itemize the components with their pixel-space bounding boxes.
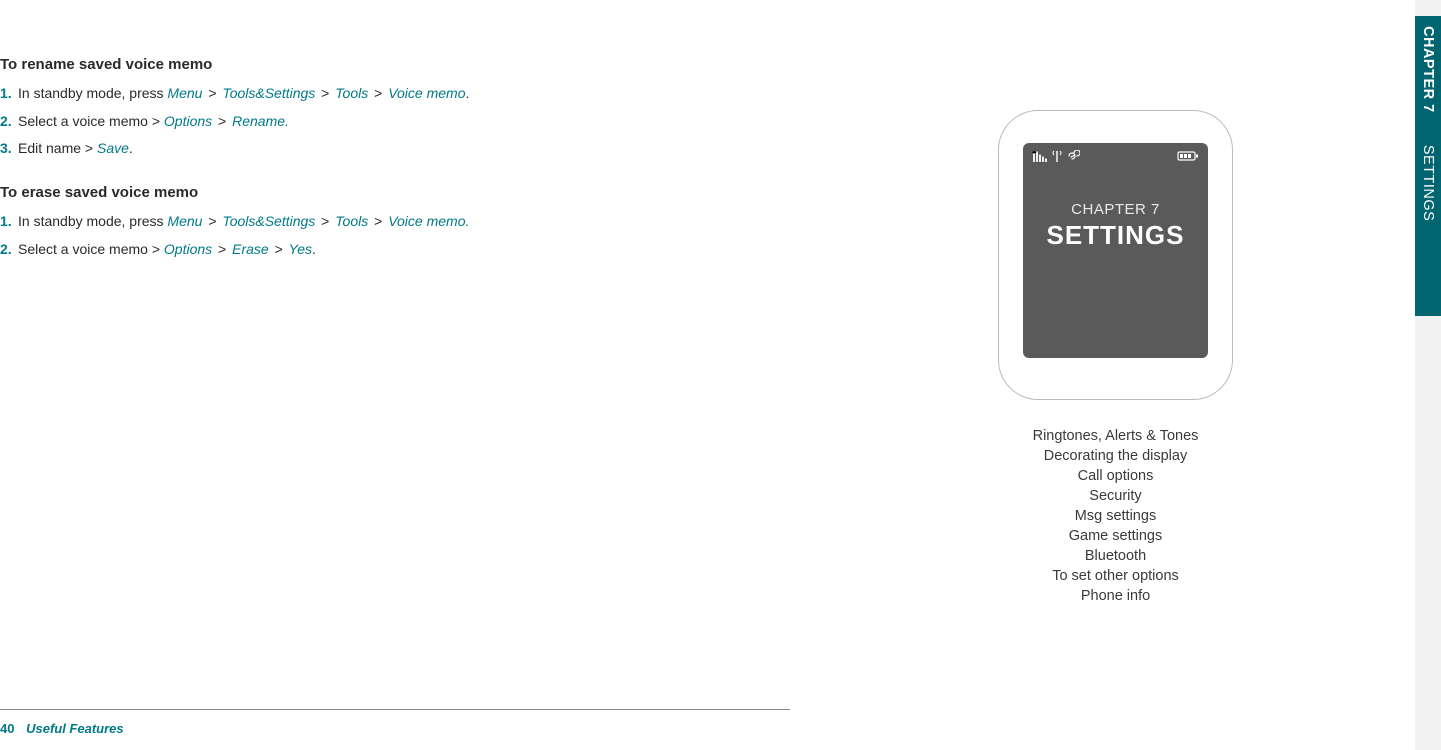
- side-tab: CHAPTER 7 SETTINGS: [1415, 0, 1441, 750]
- left-page: To rename saved voice memo In standby mod…: [0, 0, 790, 750]
- step-text: >: [212, 241, 232, 257]
- menu-path-segment: Voice memo.: [388, 213, 469, 229]
- signal-antenna-icon: [1052, 150, 1062, 162]
- toc-item: To set other options: [1052, 568, 1179, 584]
- footer-rule: [0, 709, 790, 710]
- step-text: In standby mode, press: [18, 213, 167, 229]
- step-item: In standby mode, press Menu > Tools&Sett…: [0, 211, 790, 239]
- screen-chapter-line: CHAPTER 7: [1071, 201, 1160, 218]
- toc-item: Game settings: [1069, 528, 1163, 544]
- step-text: Select a voice memo >: [18, 113, 164, 129]
- step-text: >: [315, 213, 335, 229]
- page-number: 40: [0, 721, 14, 736]
- step-text: .: [312, 241, 316, 257]
- step-text: Edit name >: [18, 140, 97, 156]
- right-page: CHAPTER 7 SETTINGS Ringtones, Alerts & T…: [790, 0, 1441, 750]
- step-text: >: [202, 85, 222, 101]
- step-text: >: [269, 241, 289, 257]
- phone-frame: CHAPTER 7 SETTINGS: [998, 110, 1233, 400]
- phone-screen: CHAPTER 7 SETTINGS: [1023, 143, 1208, 358]
- signal-icon: [1032, 150, 1048, 162]
- phone-screen-body: CHAPTER 7 SETTINGS: [1023, 165, 1208, 358]
- toc-item: Bluetooth: [1085, 548, 1146, 564]
- section-heading: To erase saved voice memo: [0, 184, 790, 201]
- menu-path-segment: Menu: [167, 85, 202, 101]
- step-item: In standby mode, press Menu > Tools&Sett…: [0, 83, 790, 111]
- footer-chapter-name: Useful Features: [26, 721, 124, 736]
- menu-path-segment: Yes: [289, 241, 312, 257]
- step-text: .: [465, 85, 469, 101]
- step-list: In standby mode, press Menu > Tools&Sett…: [0, 211, 790, 266]
- toc-item: Phone info: [1081, 588, 1150, 604]
- menu-path-segment: Menu: [167, 213, 202, 229]
- menu-path-segment: Tools: [335, 213, 368, 229]
- screen-title: SETTINGS: [1046, 220, 1184, 251]
- menu-path-segment: Tools&Settings: [222, 85, 315, 101]
- toc-item: Msg settings: [1075, 508, 1156, 524]
- menu-path-segment: Erase: [232, 241, 269, 257]
- link-icon: [1066, 150, 1080, 162]
- footer: 40 Useful Features: [0, 721, 124, 736]
- menu-path-segment: Save: [97, 140, 129, 156]
- page-spread: To rename saved voice memo In standby mod…: [0, 0, 1441, 750]
- side-tab-chapter: CHAPTER 7: [1420, 26, 1436, 113]
- section-heading: To rename saved voice memo: [0, 56, 790, 73]
- toc-item: Decorating the display: [1044, 448, 1187, 464]
- menu-path-segment: Tools: [335, 85, 368, 101]
- step-text: Select a voice memo >: [18, 241, 164, 257]
- step-text: >: [212, 113, 232, 129]
- step-text: .: [129, 140, 133, 156]
- menu-path-segment: Rename.: [232, 113, 289, 129]
- menu-path-segment: Options: [164, 113, 212, 129]
- toc-item: Security: [1089, 488, 1141, 504]
- side-tab-title: SETTINGS: [1420, 145, 1436, 222]
- menu-path-segment: Tools&Settings: [222, 213, 315, 229]
- menu-path-segment: Voice memo: [388, 85, 465, 101]
- toc-item: Call options: [1078, 468, 1154, 484]
- battery-icon: [1177, 150, 1199, 162]
- chapter-toc: Ringtones, Alerts & Tones Decorating the …: [1033, 428, 1199, 604]
- toc-item: Ringtones, Alerts & Tones: [1033, 428, 1199, 444]
- side-tab-label: CHAPTER 7 SETTINGS: [1420, 26, 1436, 221]
- step-text: >: [368, 85, 388, 101]
- step-text: >: [315, 85, 335, 101]
- menu-path-segment: Options: [164, 241, 212, 257]
- status-bar: [1023, 143, 1208, 165]
- step-item: Edit name > Save.: [0, 138, 790, 166]
- step-text: >: [202, 213, 222, 229]
- step-list: In standby mode, press Menu > Tools&Sett…: [0, 83, 790, 166]
- step-item: Select a voice memo > Options > Rename.: [0, 111, 790, 139]
- step-text: In standby mode, press: [18, 85, 167, 101]
- step-text: >: [368, 213, 388, 229]
- step-item: Select a voice memo > Options > Erase > …: [0, 239, 790, 267]
